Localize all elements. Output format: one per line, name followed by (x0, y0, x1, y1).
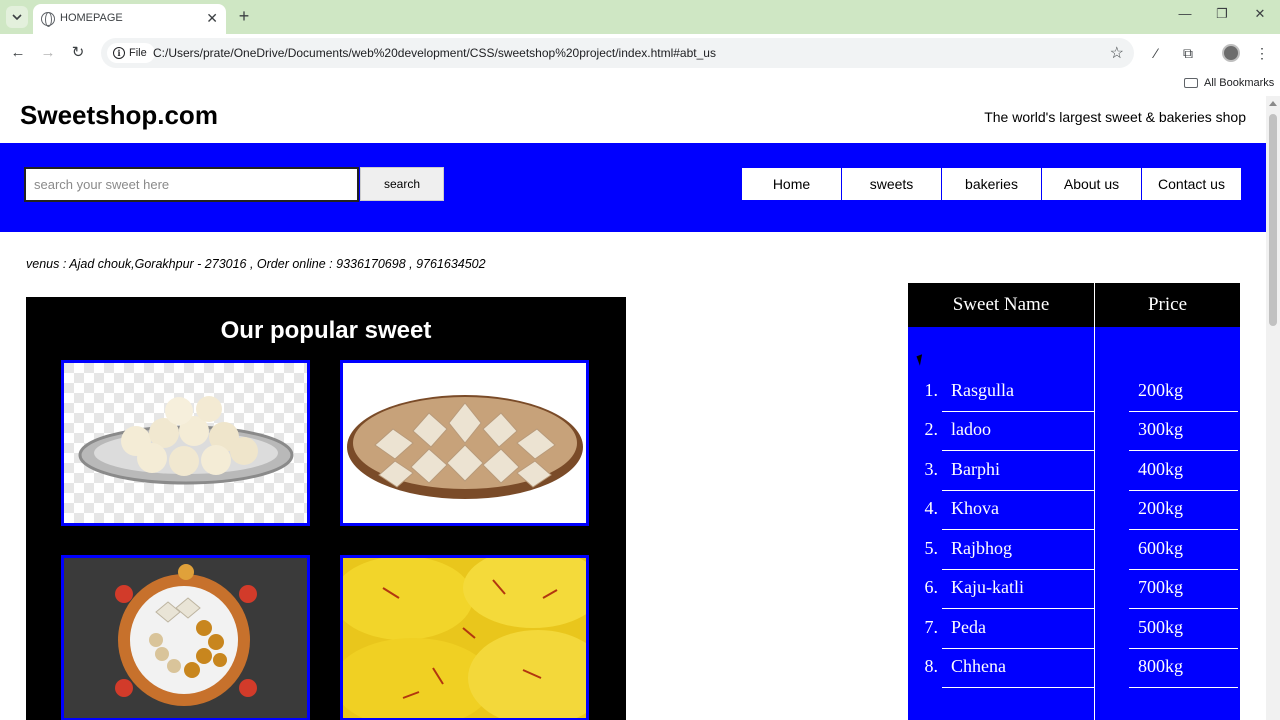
popular-sweets-panel: Our popular sweet (26, 297, 626, 720)
sweet-name: Kaju-katli (951, 577, 1024, 597)
bookmarks-bar: All Bookmarks (0, 72, 1280, 96)
sweet-price: 700kg (1138, 577, 1183, 597)
menu-icon[interactable]: ⋮ (1252, 43, 1272, 63)
forward-icon[interactable]: → (38, 43, 58, 63)
sweet-price: 200kg (1138, 498, 1183, 518)
search-nav-bar: search Home sweets bakeries About us Con… (0, 143, 1266, 232)
profile-avatar[interactable] (1222, 44, 1240, 62)
table-row: 8. Chhena 800kg (908, 648, 1240, 688)
back-icon[interactable]: ← (8, 43, 28, 63)
folder-icon (1184, 78, 1198, 88)
nav-home[interactable]: Home (742, 168, 841, 200)
nav-bakeries[interactable]: bakeries (942, 168, 1041, 200)
sweet-price: 300kg (1138, 419, 1183, 439)
site-header: Sweetshop.com The world's largest sweet … (0, 96, 1266, 143)
sweet-image-rajbhog (340, 555, 589, 720)
row-number: 6. (924, 577, 939, 597)
table-row: 7. Peda 500kg (908, 609, 1240, 649)
scroll-up-arrow-icon[interactable] (1269, 101, 1277, 106)
search-input[interactable] (24, 167, 359, 202)
table-row: 3. Barphi 400kg (908, 451, 1240, 491)
nav-about-us[interactable]: About us (1042, 168, 1141, 200)
bookmark-star-icon[interactable]: ☆ (1110, 43, 1124, 63)
close-window-icon[interactable]: ✕ (1250, 6, 1270, 22)
sweet-price: 500kg (1138, 617, 1183, 637)
sweet-name: Chhena (951, 656, 1006, 676)
sweet-image-kaju-katli (340, 360, 589, 526)
site-logo: Sweetshop.com (20, 100, 218, 130)
web-page: Sweetshop.com The world's largest sweet … (0, 96, 1266, 720)
header-price: Price (1095, 283, 1240, 327)
restore-icon[interactable]: ❐ (1212, 6, 1232, 22)
nav-contact-us[interactable]: Contact us (1142, 168, 1241, 200)
row-underline (1129, 687, 1238, 688)
tab-search-button[interactable] (6, 6, 28, 28)
url-text[interactable]: C:/Users/prate/OneDrive/Documents/web%20… (153, 46, 716, 60)
extensions-icon[interactable]: ⧉ (1178, 43, 1198, 63)
nav-sweets[interactable]: sweets (842, 168, 941, 200)
table-row: 1. Rasgulla 200kg (908, 372, 1240, 412)
address-bar[interactable]: i File C:/Users/prate/OneDrive/Documents… (101, 38, 1134, 68)
row-number: 1. (924, 380, 939, 400)
table-row: 2. ladoo 300kg (908, 411, 1240, 451)
tab-title: HOMEPAGE (60, 12, 123, 24)
sweet-name: Rasgulla (951, 380, 1014, 400)
site-tagline: The world's largest sweet & bakeries sho… (984, 109, 1246, 125)
header-sweet-name: Sweet Name (908, 283, 1094, 327)
globe-icon (41, 12, 55, 27)
file-chip-label: File (129, 47, 147, 59)
row-number: 2. (924, 419, 939, 439)
sweet-price: 200kg (1138, 380, 1183, 400)
row-number: 8. (924, 656, 939, 676)
table-row: 6. Kaju-katli 700kg (908, 569, 1240, 609)
scrollbar-thumb[interactable] (1269, 114, 1277, 326)
row-number: 7. (924, 617, 939, 637)
shop-address: venus : Ajad chouk,Gorakhpur - 273016 , … (26, 257, 486, 271)
search-button[interactable]: search (360, 167, 444, 201)
sweet-price: 400kg (1138, 459, 1183, 479)
sweet-name: Khova (951, 498, 999, 518)
minimize-icon[interactable]: — (1175, 6, 1195, 21)
extension-pin-icon[interactable]: ⁄ (1146, 43, 1166, 63)
new-tab-button[interactable]: + (234, 5, 254, 27)
sweet-name: Peda (951, 617, 986, 637)
browser-tab[interactable]: HOMEPAGE ✕ (33, 4, 226, 34)
sweet-image-assorted (61, 555, 310, 720)
row-number: 5. (924, 538, 939, 558)
all-bookmarks-label: All Bookmarks (1204, 77, 1275, 89)
table-row: 4. Khova 200kg (908, 490, 1240, 530)
sweet-name: ladoo (951, 419, 991, 439)
row-number: 4. (924, 498, 939, 518)
site-info-chip[interactable]: i File (107, 43, 155, 63)
sweet-price: 600kg (1138, 538, 1183, 558)
all-bookmarks-button[interactable]: All Bookmarks (1184, 77, 1274, 89)
row-underline (942, 687, 1094, 688)
sweet-price-table: Sweet Name Price 1. Rasgulla 200kg 2. la… (908, 283, 1240, 720)
sweet-price: 800kg (1138, 656, 1183, 676)
popular-title: Our popular sweet (220, 317, 432, 344)
sweet-name: Barphi (951, 459, 1000, 479)
browser-tabbar: HOMEPAGE ✕ + — ❐ ✕ (0, 0, 1280, 34)
sweet-name: Rajbhog (951, 538, 1012, 558)
chevron-down-icon (12, 14, 22, 20)
close-tab-icon[interactable]: ✕ (206, 10, 218, 27)
info-icon: i (113, 47, 125, 59)
browser-toolbar: ← → ↻ i File C:/Users/prate/OneDrive/Doc… (0, 34, 1280, 72)
sweet-image-rasgulla (61, 360, 310, 526)
main-nav: Home sweets bakeries About us Contact us (742, 168, 1241, 200)
reload-icon[interactable]: ↻ (68, 43, 88, 63)
table-row: 5. Rajbhog 600kg (908, 530, 1240, 570)
row-number: 3. (924, 459, 939, 479)
page-scrollbar[interactable] (1266, 96, 1280, 720)
